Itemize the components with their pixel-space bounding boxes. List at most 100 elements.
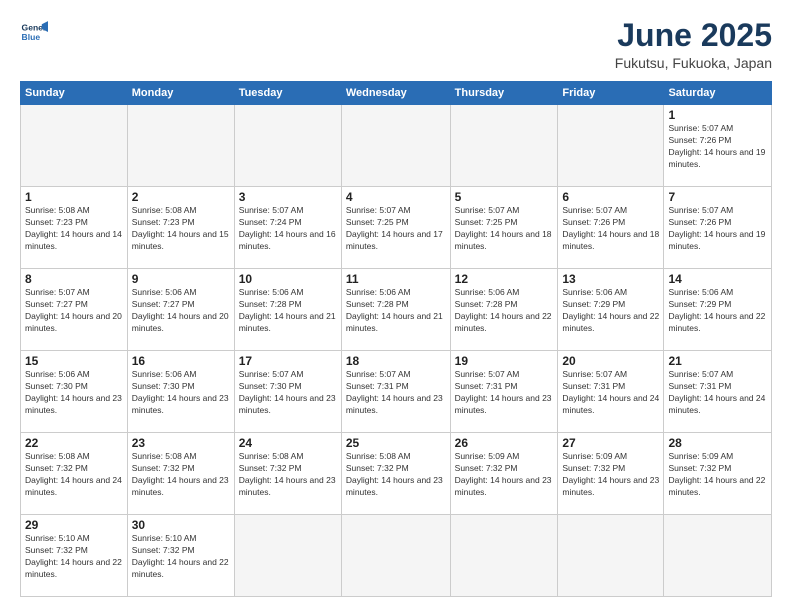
day-info: Sunrise: 5:07 AMSunset: 7:30 PMDaylight:… (239, 369, 337, 417)
day-number: 11 (346, 272, 446, 286)
table-row (558, 105, 664, 187)
table-row (234, 515, 341, 597)
day-info: Sunrise: 5:07 AMSunset: 7:24 PMDaylight:… (239, 205, 337, 253)
logo-icon: General Blue (20, 18, 48, 46)
table-row: 25Sunrise: 5:08 AMSunset: 7:32 PMDayligh… (341, 433, 450, 515)
day-number: 7 (668, 190, 767, 204)
table-row: 22Sunrise: 5:08 AMSunset: 7:32 PMDayligh… (21, 433, 128, 515)
day-number: 22 (25, 436, 123, 450)
calendar-table: Sunday Monday Tuesday Wednesday Thursday… (20, 81, 772, 597)
day-info: Sunrise: 5:10 AMSunset: 7:32 PMDaylight:… (25, 533, 123, 581)
table-row: 18Sunrise: 5:07 AMSunset: 7:31 PMDayligh… (341, 351, 450, 433)
day-number: 12 (455, 272, 554, 286)
day-number: 15 (25, 354, 123, 368)
table-row: 1Sunrise: 5:08 AMSunset: 7:23 PMDaylight… (21, 187, 128, 269)
day-number: 13 (562, 272, 659, 286)
day-number: 6 (562, 190, 659, 204)
table-row: 17Sunrise: 5:07 AMSunset: 7:30 PMDayligh… (234, 351, 341, 433)
day-number: 24 (239, 436, 337, 450)
day-info: Sunrise: 5:09 AMSunset: 7:32 PMDaylight:… (455, 451, 554, 499)
day-info: Sunrise: 5:07 AMSunset: 7:26 PMDaylight:… (668, 205, 767, 253)
table-row: 26Sunrise: 5:09 AMSunset: 7:32 PMDayligh… (450, 433, 558, 515)
day-info: Sunrise: 5:06 AMSunset: 7:27 PMDaylight:… (132, 287, 230, 335)
day-info: Sunrise: 5:09 AMSunset: 7:32 PMDaylight:… (668, 451, 767, 499)
table-row (341, 105, 450, 187)
day-number: 5 (455, 190, 554, 204)
table-row (341, 515, 450, 597)
table-row: 3Sunrise: 5:07 AMSunset: 7:24 PMDaylight… (234, 187, 341, 269)
table-row: 2Sunrise: 5:08 AMSunset: 7:23 PMDaylight… (127, 187, 234, 269)
day-info: Sunrise: 5:06 AMSunset: 7:28 PMDaylight:… (455, 287, 554, 335)
subtitle: Fukutsu, Fukuoka, Japan (615, 55, 772, 71)
day-info: Sunrise: 5:07 AMSunset: 7:31 PMDaylight:… (668, 369, 767, 417)
table-row: 9Sunrise: 5:06 AMSunset: 7:27 PMDaylight… (127, 269, 234, 351)
table-row: 29Sunrise: 5:10 AMSunset: 7:32 PMDayligh… (21, 515, 128, 597)
day-number: 21 (668, 354, 767, 368)
table-row: 7Sunrise: 5:07 AMSunset: 7:26 PMDaylight… (664, 187, 772, 269)
table-row: 27Sunrise: 5:09 AMSunset: 7:32 PMDayligh… (558, 433, 664, 515)
day-info: Sunrise: 5:07 AMSunset: 7:25 PMDaylight:… (455, 205, 554, 253)
day-info: Sunrise: 5:07 AMSunset: 7:26 PMDaylight:… (562, 205, 659, 253)
svg-text:Blue: Blue (22, 32, 41, 42)
header-row-days: Sunday Monday Tuesday Wednesday Thursday… (21, 82, 772, 105)
table-row: 30Sunrise: 5:10 AMSunset: 7:32 PMDayligh… (127, 515, 234, 597)
day-info: Sunrise: 5:08 AMSunset: 7:32 PMDaylight:… (239, 451, 337, 499)
day-number: 14 (668, 272, 767, 286)
col-monday: Monday (127, 82, 234, 105)
day-info: Sunrise: 5:10 AMSunset: 7:32 PMDaylight:… (132, 533, 230, 581)
day-number: 28 (668, 436, 767, 450)
day-info: Sunrise: 5:06 AMSunset: 7:28 PMDaylight:… (239, 287, 337, 335)
table-row: 5Sunrise: 5:07 AMSunset: 7:25 PMDaylight… (450, 187, 558, 269)
table-row: 15Sunrise: 5:06 AMSunset: 7:30 PMDayligh… (21, 351, 128, 433)
table-row (21, 105, 128, 187)
day-info: Sunrise: 5:06 AMSunset: 7:30 PMDaylight:… (25, 369, 123, 417)
day-number: 27 (562, 436, 659, 450)
table-row (127, 105, 234, 187)
day-number: 18 (346, 354, 446, 368)
day-info: Sunrise: 5:08 AMSunset: 7:32 PMDaylight:… (132, 451, 230, 499)
table-row: 23Sunrise: 5:08 AMSunset: 7:32 PMDayligh… (127, 433, 234, 515)
main-title: June 2025 (615, 18, 772, 53)
day-info: Sunrise: 5:07 AMSunset: 7:26 PMDaylight:… (668, 123, 767, 171)
day-number: 4 (346, 190, 446, 204)
table-row (664, 515, 772, 597)
day-info: Sunrise: 5:08 AMSunset: 7:32 PMDaylight:… (346, 451, 446, 499)
col-friday: Friday (558, 82, 664, 105)
day-number: 1 (25, 190, 123, 204)
table-row: 8Sunrise: 5:07 AMSunset: 7:27 PMDaylight… (21, 269, 128, 351)
table-row: 4Sunrise: 5:07 AMSunset: 7:25 PMDaylight… (341, 187, 450, 269)
header-row: General Blue June 2025 Fukutsu, Fukuoka,… (20, 18, 772, 71)
table-row: 13Sunrise: 5:06 AMSunset: 7:29 PMDayligh… (558, 269, 664, 351)
day-number: 29 (25, 518, 123, 532)
col-saturday: Saturday (664, 82, 772, 105)
day-number: 3 (239, 190, 337, 204)
day-number: 16 (132, 354, 230, 368)
col-sunday: Sunday (21, 82, 128, 105)
day-number: 20 (562, 354, 659, 368)
title-block: June 2025 Fukutsu, Fukuoka, Japan (615, 18, 772, 71)
col-thursday: Thursday (450, 82, 558, 105)
logo: General Blue (20, 18, 51, 46)
table-row: 16Sunrise: 5:06 AMSunset: 7:30 PMDayligh… (127, 351, 234, 433)
table-row (450, 515, 558, 597)
day-info: Sunrise: 5:07 AMSunset: 7:31 PMDaylight:… (562, 369, 659, 417)
day-number: 17 (239, 354, 337, 368)
table-row: 21Sunrise: 5:07 AMSunset: 7:31 PMDayligh… (664, 351, 772, 433)
table-row: 10Sunrise: 5:06 AMSunset: 7:28 PMDayligh… (234, 269, 341, 351)
day-number: 25 (346, 436, 446, 450)
day-info: Sunrise: 5:06 AMSunset: 7:28 PMDaylight:… (346, 287, 446, 335)
table-row (558, 515, 664, 597)
table-row: 28Sunrise: 5:09 AMSunset: 7:32 PMDayligh… (664, 433, 772, 515)
day-number: 2 (132, 190, 230, 204)
table-row: 12Sunrise: 5:06 AMSunset: 7:28 PMDayligh… (450, 269, 558, 351)
day-number: 26 (455, 436, 554, 450)
day-info: Sunrise: 5:07 AMSunset: 7:31 PMDaylight:… (455, 369, 554, 417)
table-row: 11Sunrise: 5:06 AMSunset: 7:28 PMDayligh… (341, 269, 450, 351)
day-info: Sunrise: 5:07 AMSunset: 7:31 PMDaylight:… (346, 369, 446, 417)
calendar-page: General Blue June 2025 Fukutsu, Fukuoka,… (0, 0, 792, 612)
day-info: Sunrise: 5:08 AMSunset: 7:32 PMDaylight:… (25, 451, 123, 499)
table-row: 24Sunrise: 5:08 AMSunset: 7:32 PMDayligh… (234, 433, 341, 515)
table-row: 19Sunrise: 5:07 AMSunset: 7:31 PMDayligh… (450, 351, 558, 433)
day-info: Sunrise: 5:07 AMSunset: 7:27 PMDaylight:… (25, 287, 123, 335)
day-info: Sunrise: 5:07 AMSunset: 7:25 PMDaylight:… (346, 205, 446, 253)
